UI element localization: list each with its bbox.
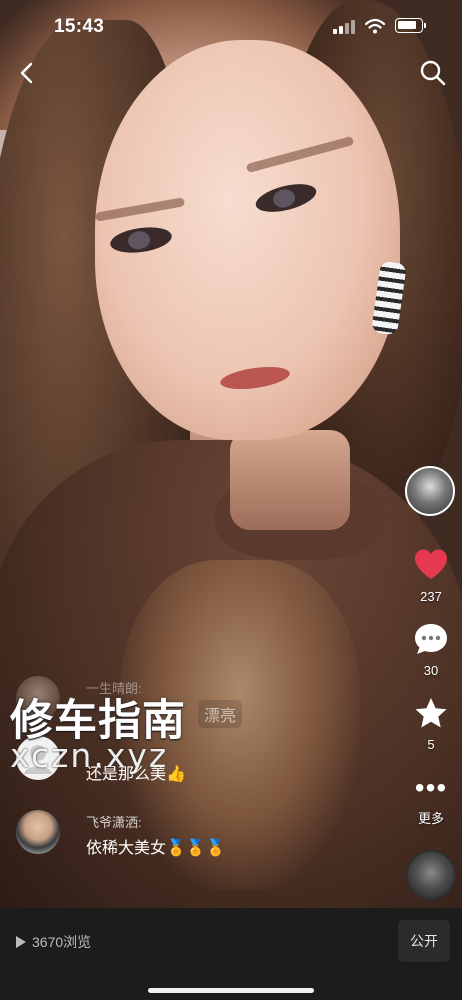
comment-text: 还是那么美👍 (86, 766, 186, 783)
view-count-text: 3670浏览 (32, 934, 92, 950)
star-icon (415, 698, 447, 728)
commenter-name: 飞爷潇洒: (86, 815, 142, 830)
wifi-icon (364, 18, 386, 34)
comment-item: 还是那么美👍 (16, 736, 376, 796)
commenter-avatar (16, 676, 60, 720)
heart-icon (415, 549, 447, 579)
more-button[interactable]: ••• 更多 (400, 770, 462, 827)
chevron-left-icon (20, 62, 33, 84)
search-button[interactable] (418, 58, 448, 88)
bottom-bar: 3670浏览 公开 (0, 908, 462, 1000)
home-indicator (148, 988, 314, 993)
comment-text: 依稀大美女🏅🏅🏅 (86, 840, 226, 857)
status-time: 15:43 (54, 16, 105, 37)
commenter-avatar (16, 810, 60, 854)
comment-button[interactable]: 30 (400, 622, 462, 678)
favorite-count: 5 (427, 737, 435, 752)
commenter-name: 一生晴朗: (86, 681, 142, 696)
neck (230, 430, 350, 530)
back-button[interactable] (12, 58, 42, 88)
signal-icon (333, 20, 355, 34)
comment-item: 飞爷潇洒: 依稀大美女🏅🏅🏅 (16, 810, 376, 870)
visibility-button[interactable]: 公开 (398, 920, 450, 962)
status-bar: 15:43 (0, 0, 462, 54)
chat-bubble-icon (415, 624, 447, 654)
more-label: 更多 (417, 811, 444, 826)
favorite-button[interactable]: 5 (400, 696, 462, 752)
default-user-icon (24, 745, 52, 774)
comment-count: 30 (423, 663, 439, 678)
like-count: 237 (420, 589, 442, 604)
play-icon (16, 936, 26, 948)
ellipsis-icon: ••• (414, 772, 448, 803)
battery-icon (395, 18, 426, 33)
view-count: 3670浏览 (16, 932, 91, 952)
music-disc[interactable] (406, 850, 456, 900)
search-icon (420, 60, 446, 86)
commenter-avatar (16, 736, 60, 780)
author-avatar[interactable] (405, 466, 455, 516)
like-button[interactable]: 237 (400, 548, 462, 604)
comment-item: 一生晴朗: 漂亮 (16, 676, 376, 736)
comment-text: 漂亮 (86, 700, 243, 728)
